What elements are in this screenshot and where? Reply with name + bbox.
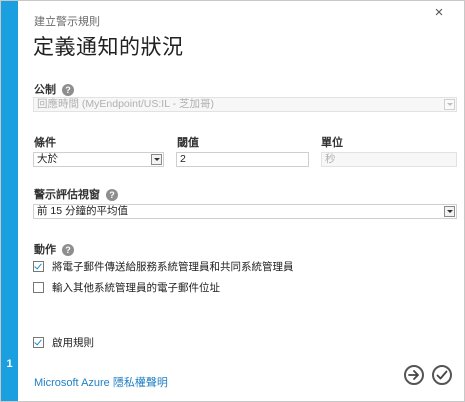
chevron-down-icon (444, 99, 455, 110)
window-label: 警示評估視窗 (34, 189, 100, 201)
metric-label-group: 公制? (34, 81, 74, 97)
evaluation-window-select[interactable]: 前 15 分鐘的平均值 (33, 204, 457, 219)
other-admins-label: 輸入其他系統管理員的電子郵件位址 (52, 282, 220, 294)
unit-input: 秒 (321, 152, 457, 167)
window-label-group: 警示評估視窗? (34, 186, 118, 202)
close-icon[interactable]: × (431, 5, 447, 21)
finish-button[interactable] (432, 365, 452, 385)
evaluation-window-value: 前 15 分鐘的平均值 (37, 205, 129, 217)
wizard-progress-bar: 1 (1, 1, 18, 401)
help-icon[interactable]: ? (62, 84, 74, 97)
condition-select[interactable]: 大於 (33, 152, 164, 167)
dialog: 1 × 建立警示規則 定義通知的狀況 公制? 回應時間 (MyEndpoint/… (0, 0, 465, 402)
dialog-subtitle: 建立警示規則 (34, 16, 100, 28)
condition-select-value: 大於 (37, 153, 58, 165)
threshold-label: 閾值 (177, 137, 199, 149)
help-icon[interactable]: ? (106, 189, 118, 202)
help-icon[interactable]: ? (62, 244, 74, 257)
enable-rule-option[interactable]: 啟用規則 (33, 336, 94, 350)
step-number: 1 (6, 358, 13, 370)
metric-select-value: 回應時間 (MyEndpoint/US:IL - 芝加哥) (37, 98, 214, 110)
unit-input-value: 秒 (325, 153, 336, 165)
email-admins-label: 將電子郵件傳送給服務系統管理員和共同系統管理員 (52, 261, 294, 273)
other-admins-option[interactable]: 輸入其他系統管理員的電子郵件位址 (33, 281, 220, 295)
chevron-down-icon (151, 154, 162, 165)
metric-select[interactable]: 回應時間 (MyEndpoint/US:IL - 芝加哥) (33, 97, 457, 112)
privacy-link[interactable]: Microsoft Azure 隱私權聲明 (34, 374, 168, 390)
chevron-down-icon (444, 206, 455, 217)
enable-rule-checkbox[interactable] (33, 336, 44, 348)
actions-label-group: 動作? (34, 241, 74, 257)
email-admins-checkbox[interactable] (33, 260, 44, 272)
checkmark-icon (436, 370, 448, 380)
condition-label: 條件 (34, 137, 56, 149)
unit-label: 單位 (321, 137, 343, 149)
next-button[interactable] (404, 365, 424, 385)
threshold-input-value: 2 (180, 153, 186, 165)
arrow-right-icon (408, 370, 419, 380)
metric-label: 公制 (34, 84, 56, 96)
email-admins-option[interactable]: 將電子郵件傳送給服務系統管理員和共同系統管理員 (33, 260, 294, 274)
threshold-input[interactable]: 2 (176, 152, 309, 167)
dialog-title: 定義通知的狀況 (33, 36, 184, 59)
enable-rule-label: 啟用規則 (52, 337, 94, 349)
other-admins-checkbox[interactable] (33, 281, 44, 293)
actions-label: 動作 (34, 244, 56, 256)
